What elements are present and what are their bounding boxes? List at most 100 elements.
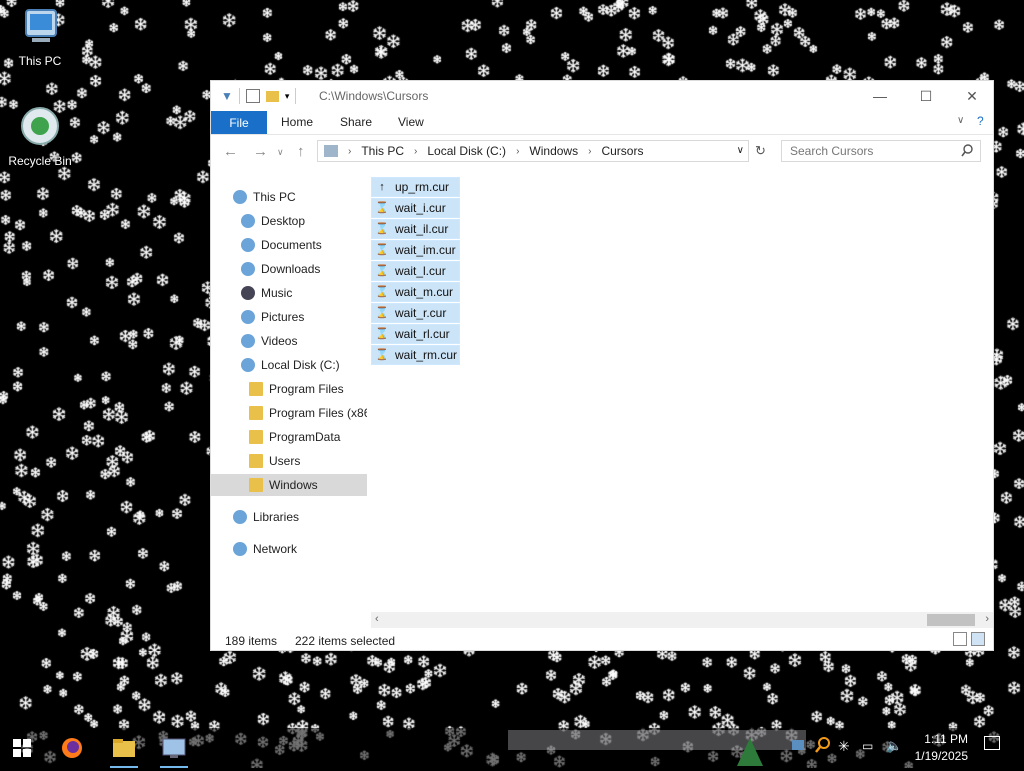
maximize-button[interactable]: ☐ bbox=[903, 81, 949, 111]
chevron-right-icon[interactable]: › bbox=[516, 146, 519, 157]
sidebar-item[interactable]: Libraries bbox=[211, 506, 367, 528]
up-arrow-icon[interactable]: ↑ bbox=[297, 143, 305, 160]
breadcrumb-cursors[interactable]: Cursors bbox=[601, 144, 643, 158]
sidebar-item[interactable]: Videos bbox=[211, 330, 367, 352]
ribbon-tabs: File Home Share View ∨ ? bbox=[211, 111, 993, 135]
close-button[interactable]: ✕ bbox=[949, 81, 993, 111]
sidebar-item[interactable]: Program Files bbox=[211, 378, 367, 400]
help-icon[interactable]: ? bbox=[977, 114, 984, 128]
expand-ribbon-icon[interactable]: ∨ bbox=[957, 115, 964, 126]
clock-time: 1:11 PM bbox=[924, 732, 968, 746]
back-arrow-icon[interactable]: ← bbox=[223, 143, 238, 160]
show-hidden-icons-icon[interactable]: ✳ bbox=[838, 738, 850, 755]
sidebar-item[interactable]: Downloads bbox=[211, 258, 367, 280]
navigation-pane: This PC Desktop Documents Downloads Music Pic… bbox=[211, 181, 369, 601]
cursor-file-icon: ↑ bbox=[379, 181, 385, 193]
computer-icon bbox=[233, 190, 247, 204]
sidebar-item[interactable]: Windows bbox=[211, 474, 367, 496]
sidebar-item-label: Downloads bbox=[261, 262, 321, 276]
address-dropdown-icon[interactable]: ∨ bbox=[737, 145, 744, 156]
volume-icon[interactable]: 🔈 bbox=[886, 738, 902, 754]
scrollbar-thumb[interactable] bbox=[927, 614, 975, 626]
details-view-icon[interactable] bbox=[953, 632, 967, 646]
sidebar-item-label: Program Files bbox=[269, 382, 344, 396]
firefox-icon[interactable] bbox=[52, 728, 92, 768]
address-bar[interactable]: › This PC › Local Disk (C:) › Windows › … bbox=[317, 140, 749, 162]
drive-icon bbox=[241, 358, 255, 372]
scroll-left-arrow-icon[interactable]: ‹ bbox=[375, 613, 379, 625]
search-input[interactable]: Search Cursors bbox=[781, 140, 981, 162]
title-bar[interactable]: ▼ ▾ C:\Windows\Cursors — ☐ ✕ bbox=[211, 81, 993, 111]
desktop-icon-this-pc[interactable]: This PC bbox=[0, 6, 80, 68]
network-tray-icon[interactable]: ▭ bbox=[862, 739, 873, 753]
file-name: wait_im.cur bbox=[395, 243, 456, 257]
list-item[interactable]: ↑ up_rm.cur bbox=[371, 177, 460, 197]
cursor-file-icon: ⌛ bbox=[375, 328, 389, 340]
sidebar-item[interactable]: Program Files (x86 bbox=[211, 402, 367, 424]
file-explorer-icon[interactable] bbox=[104, 728, 144, 768]
list-item[interactable]: ⌛ wait_rl.cur bbox=[371, 324, 460, 344]
dropdown-arrow-icon[interactable]: ▾ bbox=[285, 91, 290, 102]
forward-arrow-icon[interactable]: → bbox=[253, 143, 268, 160]
taskbar-clock[interactable]: 1:11 PM 1/19/2025 bbox=[908, 731, 968, 765]
chevron-right-icon[interactable]: › bbox=[414, 146, 417, 157]
cursor-file-icon: ⌛ bbox=[375, 286, 389, 298]
list-item[interactable]: ⌛ wait_r.cur bbox=[371, 303, 460, 323]
sidebar-item[interactable]: Local Disk (C:) bbox=[211, 354, 367, 376]
sidebar-item[interactable]: Music bbox=[211, 282, 367, 304]
properties-icon[interactable] bbox=[245, 89, 260, 103]
tab-file[interactable]: File bbox=[211, 111, 267, 134]
desktop-icon-label: Recycle Bin bbox=[8, 154, 72, 168]
file-explorer-window[interactable]: ▼ ▾ C:\Windows\Cursors — ☐ ✕ File Home S… bbox=[210, 80, 994, 651]
folder-icon bbox=[249, 430, 263, 444]
breadcrumb-windows[interactable]: Windows bbox=[529, 144, 578, 158]
sidebar-item[interactable]: Desktop bbox=[211, 210, 367, 232]
downloads-icon bbox=[241, 262, 255, 276]
sidebar-item-label: Libraries bbox=[253, 510, 300, 524]
large-icons-view-icon[interactable] bbox=[971, 632, 985, 646]
list-item[interactable]: ⌛ wait_im.cur bbox=[371, 240, 460, 260]
sidebar-item-label: Users bbox=[269, 454, 301, 468]
chevron-right-icon[interactable]: › bbox=[348, 146, 351, 157]
search-icon bbox=[961, 144, 974, 160]
desktop-icon-recycle-bin[interactable]: Recycle Bin bbox=[0, 106, 80, 168]
chevron-right-icon[interactable]: › bbox=[588, 146, 591, 157]
breadcrumb-this-pc[interactable]: This PC bbox=[361, 144, 404, 158]
sidebar-item-label: Pictures bbox=[261, 310, 305, 324]
recent-locations-icon[interactable]: ∨ bbox=[277, 147, 284, 158]
breadcrumb-local-disk[interactable]: Local Disk (C:) bbox=[427, 144, 506, 158]
list-item[interactable]: ⌛ wait_i.cur bbox=[371, 198, 460, 218]
cursor-file-icon: ⌛ bbox=[375, 307, 389, 319]
list-item[interactable]: ⌛ wait_m.cur bbox=[371, 282, 460, 302]
control-panel-icon[interactable] bbox=[154, 728, 194, 768]
notifications-icon[interactable] bbox=[984, 736, 1000, 750]
refresh-icon[interactable]: ↻ bbox=[755, 143, 766, 159]
minimize-button[interactable]: — bbox=[857, 81, 903, 111]
list-item[interactable]: ⌛ wait_l.cur bbox=[371, 261, 460, 281]
recycle-bin-icon bbox=[18, 106, 62, 150]
desktop-icon[interactable] bbox=[792, 740, 804, 750]
tab-share[interactable]: Share bbox=[340, 115, 372, 129]
file-list: ↑ up_rm.cur ⌛ wait_i.cur ⌛ wait_il.cur ⌛ wait_i… bbox=[371, 177, 993, 609]
pin-icon[interactable]: ▼ bbox=[221, 89, 233, 103]
sidebar-item-label: Videos bbox=[261, 334, 298, 348]
list-item[interactable]: ⌛ wait_rm.cur bbox=[371, 345, 460, 365]
sidebar-item[interactable]: Users bbox=[211, 450, 367, 472]
sidebar-item[interactable]: This PC bbox=[211, 186, 367, 208]
file-name: wait_il.cur bbox=[395, 222, 449, 236]
sidebar-item[interactable]: ProgramData bbox=[211, 426, 367, 448]
scroll-right-arrow-icon[interactable]: › bbox=[985, 613, 989, 625]
address-row: ← → ∨ ↑ › This PC › Local Disk (C:) › Wi… bbox=[211, 139, 993, 165]
tab-view[interactable]: View bbox=[398, 115, 424, 129]
sidebar-item[interactable]: Network bbox=[211, 538, 367, 560]
tab-home[interactable]: Home bbox=[281, 115, 313, 129]
cursor-file-icon: ⌛ bbox=[375, 244, 389, 256]
sidebar-item[interactable]: Pictures bbox=[211, 306, 367, 328]
horizontal-scrollbar[interactable]: ‹ › bbox=[371, 612, 993, 628]
search-icon[interactable] bbox=[814, 736, 832, 757]
sidebar-item[interactable]: Documents bbox=[211, 234, 367, 256]
new-folder-icon[interactable] bbox=[265, 90, 279, 102]
start-button[interactable] bbox=[2, 728, 42, 768]
folder-icon bbox=[249, 454, 263, 468]
list-item[interactable]: ⌛ wait_il.cur bbox=[371, 219, 460, 239]
